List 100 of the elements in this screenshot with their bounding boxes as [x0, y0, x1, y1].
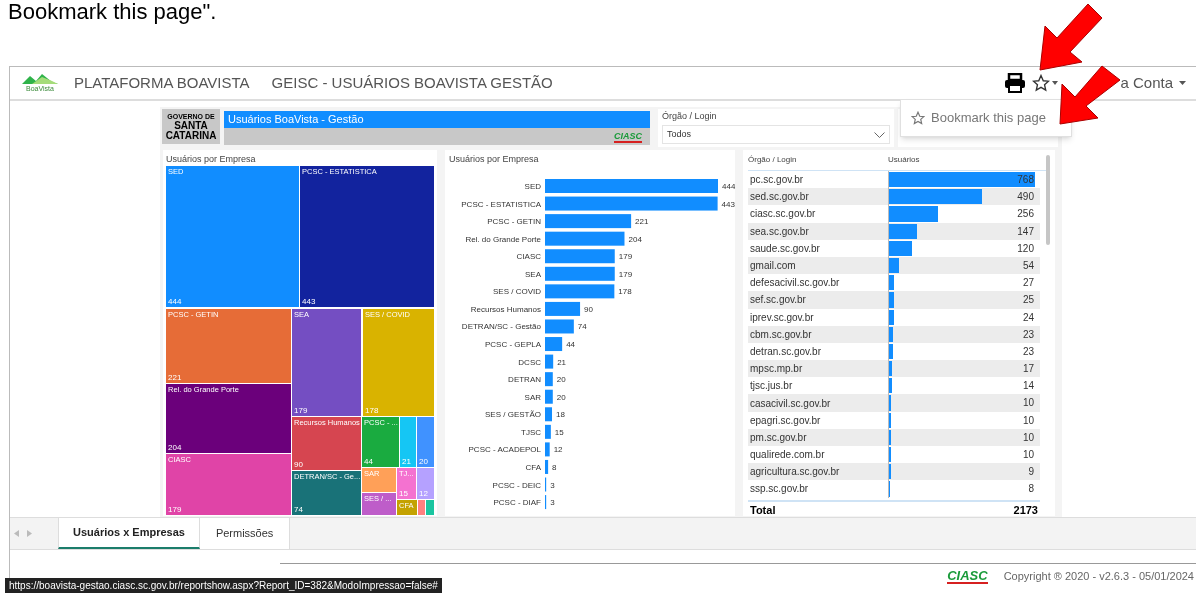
category-label: Rel. do Grande Porte	[465, 234, 541, 244]
table-cell-text: detran.sc.gov.br	[749, 344, 822, 359]
column-header[interactable]: Órgão / Login	[748, 154, 888, 170]
bar[interactable]	[545, 266, 615, 281]
table-cell: 23	[1022, 327, 1034, 341]
account-menu[interactable]: a Conta	[1120, 71, 1186, 95]
category-label: DCSC	[518, 357, 541, 367]
bar[interactable]	[545, 301, 581, 316]
category-label: Recursos Humanos	[470, 304, 541, 314]
treemap-tile[interactable]: 20	[417, 417, 434, 467]
table-cell: 10	[1022, 396, 1034, 410]
bar-value: 3	[550, 480, 555, 490]
treemap-tile[interactable]	[426, 500, 434, 515]
bar-value: 20	[556, 375, 566, 385]
table-cell-text: ciasc.sc.gov.br	[749, 207, 817, 222]
page-tab[interactable]: Usuários x Empresas	[58, 518, 200, 549]
bar[interactable]	[545, 442, 550, 457]
bar-value: 444	[722, 182, 735, 191]
table-cell: 256	[1017, 207, 1034, 221]
table-cell-text: qualirede.com.br	[749, 448, 826, 463]
tile-count: 179	[294, 406, 309, 415]
table-cell: 24	[1022, 310, 1034, 324]
table-cell: 8	[1028, 482, 1034, 496]
category-label: PCSC - GETIN	[487, 217, 541, 227]
bar-value: 90	[584, 304, 593, 314]
copyright-text: Copyright ® 2020 - v2.6.3 - 05/01/2024	[1003, 568, 1194, 584]
category-label: SES / COVID	[493, 287, 541, 297]
bar[interactable]	[545, 214, 632, 229]
category-label: TJSC	[521, 427, 541, 437]
bar[interactable]	[545, 407, 552, 422]
table-cell-text: mpsc.mp.br	[749, 362, 804, 377]
annotation-arrow	[1059, 65, 1121, 125]
bar[interactable]	[545, 249, 615, 264]
scrollbar[interactable]	[1046, 155, 1050, 245]
brand-title[interactable]: PLATAFORMA BOAVISTA	[74, 71, 250, 95]
bar-value: 44	[566, 340, 576, 350]
category-label: SED	[524, 182, 541, 191]
bar[interactable]	[545, 337, 563, 352]
bar-value: 18	[556, 410, 565, 420]
tile-count: 44	[364, 457, 374, 466]
table-cell-text: casacivil.sc.gov.br	[749, 396, 832, 411]
category-label: SES / GESTÃO	[485, 410, 541, 420]
bar-value: 12	[553, 445, 563, 455]
table-cell: 23	[1022, 344, 1034, 358]
column-header[interactable]: Usuários	[888, 154, 1038, 170]
table-cell: 768	[1017, 173, 1034, 186]
category-label: CFA	[525, 462, 541, 472]
table-cell-text: tjsc.jus.br	[749, 379, 794, 394]
tile-count: 20	[419, 457, 429, 466]
bar[interactable]	[545, 196, 718, 211]
bar[interactable]	[545, 424, 551, 439]
chart-title: Usuários por Empresa	[166, 153, 256, 166]
category-label: PCSC - DEIC	[492, 480, 541, 490]
bar[interactable]	[545, 389, 553, 404]
bar-value: 179	[618, 269, 633, 279]
table-cell-text: sed.sc.gov.br	[749, 190, 810, 205]
bar[interactable]	[545, 372, 553, 387]
caret-icon	[1052, 81, 1059, 85]
print-icon[interactable]	[1004, 73, 1027, 93]
bar[interactable]	[545, 231, 625, 246]
treemap-tile[interactable]: 12	[417, 468, 434, 499]
table-cell-text: cbm.sc.gov.br	[749, 327, 813, 342]
bar-value: 3	[550, 498, 555, 508]
table-cell-text: ssp.sc.gov.br	[749, 482, 810, 497]
bar[interactable]	[545, 459, 549, 474]
category-label: DETRAN	[508, 375, 541, 385]
filter-dropdown[interactable]: Todos	[662, 125, 890, 144]
bar-value: 15	[554, 427, 564, 437]
tile-count: 221	[168, 373, 183, 382]
status-url-tooltip: https://boavista-gestao.ciasc.sc.gov.br/reportshow.aspx?Report_ID=382&ModoImpressao=false#	[5, 578, 442, 593]
star-icon	[911, 111, 925, 125]
bookmark-menu-item[interactable]: Bookmark this page	[911, 108, 1046, 128]
bar[interactable]	[545, 354, 554, 369]
bar-value: 179	[618, 252, 633, 262]
ciasc-logo: CIASC	[614, 130, 642, 143]
bookmark-button[interactable]	[1032, 74, 1059, 92]
star-icon	[1032, 74, 1051, 92]
category-label: SAR	[524, 392, 541, 402]
bar-value: 221	[635, 217, 649, 227]
table-cell-text: sea.sc.gov.br	[749, 224, 810, 239]
category-label: CIASC	[516, 252, 541, 262]
table-cell: 9	[1028, 465, 1034, 479]
tile-count: 90	[294, 460, 304, 469]
tile-count: 12	[419, 489, 429, 498]
bar-value: 74	[577, 322, 587, 332]
table-cell: 120	[1017, 241, 1034, 255]
bar-value: 443	[721, 199, 735, 209]
bar[interactable]	[545, 319, 574, 334]
page-tab[interactable]: Permissões	[199, 518, 291, 549]
bar-value: 178	[618, 287, 632, 297]
treemap-tile[interactable]	[418, 500, 425, 515]
bar-value: 8	[552, 462, 557, 472]
category-label: SEA	[525, 269, 541, 279]
scroll-right-icon[interactable]	[27, 530, 32, 537]
bar-value: 204	[628, 234, 642, 244]
bar[interactable]	[545, 284, 615, 299]
table-cell-text: gmail.com	[749, 259, 797, 274]
scroll-left-icon[interactable]	[14, 530, 19, 537]
table-cell: 17	[1022, 362, 1034, 376]
tile-count: 21	[402, 457, 412, 466]
